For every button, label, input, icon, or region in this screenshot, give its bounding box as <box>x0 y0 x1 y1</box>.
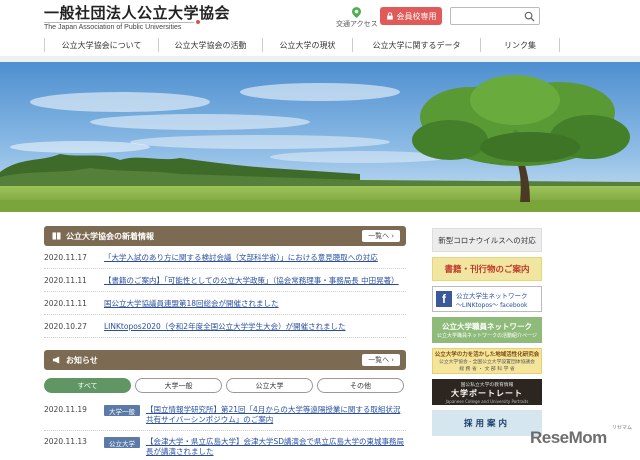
tab-university-general[interactable]: 大学一般 <box>135 378 222 393</box>
tab-public-university[interactable]: 公立大学 <box>226 378 313 393</box>
notice-link-line: 【国立情報学研究所】第21回「4月からの大学等遠隔授業に関する取組状況 <box>146 405 401 414</box>
notice-link[interactable]: 【国立情報学研究所】第21回「4月からの大学等遠隔授業に関する取組状況 共有サイ… <box>146 405 400 425</box>
list-item: 2020.11.11 【書籍のご案内】「可能性としての公立大学政策」（協会常務理… <box>44 269 406 292</box>
news-list: 2020.11.17 「大学入試のあり方に関する検討会議（文部科学省）」における… <box>44 246 406 338</box>
notice-section-title: お知らせ <box>66 355 98 365</box>
regional-research-title: 公立大学の力を活かした地域活性化研究会 <box>434 352 540 358</box>
watermark-text: ReseMom <box>530 428 607 447</box>
search-box <box>450 7 540 29</box>
list-item: 2020.11.17 「大学入試のあり方に関する検討会議（文部科学省）」における… <box>44 246 406 269</box>
news-date: 2020.11.11 <box>44 275 87 285</box>
search-input[interactable] <box>451 12 521 29</box>
regional-research-sub: 公立大学協会・全国公立大学設置団体協議会 <box>439 360 535 365</box>
regional-research-sub2: 総 務 省 ・ 文 部 科 学 省 <box>459 367 515 372</box>
news-link[interactable]: LINKtopos2020（令和2年度全国公立大学学生大会）が開催されました <box>104 321 346 332</box>
notice-section-header: お知らせ 一覧へ › <box>44 350 406 370</box>
news-section-header: 公立大学協会の新着情報 一覧へ › <box>44 226 406 246</box>
lock-icon <box>386 12 393 20</box>
megaphone-icon <box>52 356 60 364</box>
recruitment-banner-label: 採用案内 <box>463 419 510 429</box>
portrait-sub: Japanese College and University Portrait… <box>445 398 529 404</box>
nav-item-about[interactable]: 公立大学協会について <box>44 38 158 52</box>
news-date: 2020.11.11 <box>44 298 87 308</box>
landscape-illustration <box>0 62 640 212</box>
watermark-sub: リセマム <box>611 425 632 431</box>
covid-banner[interactable]: 新型コロナウイルスへの対応 <box>432 228 542 252</box>
logo-underline <box>44 22 194 23</box>
notice-link-line: 共有サイバーシンポジウム」のご案内 <box>146 415 274 424</box>
recruitment-banner[interactable]: 採用案内 <box>432 410 542 436</box>
logo-dot <box>196 20 200 24</box>
map-pin-icon <box>351 7 361 18</box>
search-icon[interactable] <box>524 11 535 22</box>
staff-network-title: 公立大学職員ネットワーク <box>442 322 532 331</box>
news-section-title: 公立大学協会の新着情報 <box>66 231 154 241</box>
facebook-banner-text: 公立大学生ネットワーク ～LINKtopos～ facebook <box>456 290 528 309</box>
member-button-label: 会員校専用 <box>396 11 437 21</box>
tab-all[interactable]: すべて <box>44 378 131 393</box>
book-icon <box>52 232 61 240</box>
nav-item-links[interactable]: リンク集 <box>480 38 560 52</box>
site-header: 一般社団法人公立大学協会 The Japan Association of Pu… <box>0 0 640 36</box>
notice-link-line: 長が講演されました <box>146 447 214 456</box>
chevron-right-icon: › <box>391 356 394 364</box>
facebook-banner-sub: ～LINKtopos～ facebook <box>456 301 528 309</box>
nav-item-activities[interactable]: 公立大学協会の活動 <box>158 38 262 52</box>
publications-banner-label: 書籍・刊行物のご案内 <box>444 265 530 275</box>
facebook-icon: f <box>436 291 452 307</box>
member-only-button[interactable]: 会員校専用 <box>380 7 442 25</box>
notice-date: 2020.11.13 <box>44 437 87 446</box>
tab-other[interactable]: その他 <box>317 378 404 393</box>
news-list-button[interactable]: 一覧へ › <box>362 230 400 242</box>
notice-link[interactable]: 【会津大学・県立広島大学】会津大学SD講演会で県立広島大学の東城事務局 長が講演… <box>146 437 404 457</box>
hero-image <box>0 62 640 212</box>
facebook-banner[interactable]: f 公立大学生ネットワーク ～LINKtopos～ facebook <box>432 286 542 312</box>
chevron-right-icon: › <box>391 232 394 240</box>
news-link[interactable]: 「大学入試のあり方に関する検討会議（文部科学省）」における意見聴取への対応 <box>104 252 378 263</box>
site-logo[interactable]: 一般社団法人公立大学協会 The Japan Association of Pu… <box>44 5 230 32</box>
category-badge: 大学一般 <box>104 405 140 416</box>
staff-network-banner[interactable]: 公立大学職員ネットワーク 公立大学職員ネットワークの活動紹介ページ <box>432 317 542 343</box>
list-item: 2020.11.11 国公立大学協議員連盟第18回総会が開催されました <box>44 292 406 315</box>
nav-item-data[interactable]: 公立大学に関するデータ <box>352 38 480 52</box>
regional-research-banner[interactable]: 公立大学の力を活かした地域活性化研究会 公立大学協会・全国公立大学設置団体協議会… <box>432 348 542 374</box>
notice-link-line: 【会津大学・県立広島大学】会津大学SD講演会で県立広島大学の東城事務局 <box>146 437 405 446</box>
news-link[interactable]: 国公立大学協議員連盟第18回総会が開催されました <box>104 298 279 309</box>
nav-item-status[interactable]: 公立大学の現状 <box>262 38 352 52</box>
main-content: 公立大学協会の新着情報 一覧へ › 2020.11.17 「大学入試のあり方に関… <box>44 226 406 460</box>
portrait-top: 国公私立大学の教育情報 <box>460 382 514 388</box>
covid-banner-label: 新型コロナウイルスへの対応 <box>438 235 536 245</box>
access-link[interactable]: 交通アクセス <box>336 7 378 29</box>
category-badge: 公立大学 <box>104 437 140 448</box>
news-list-label: 一覧へ <box>368 232 390 240</box>
notice-list-label: 一覧へ <box>368 356 390 364</box>
logo-title: 一般社団法人公立大学協会 <box>44 4 231 22</box>
publications-banner[interactable]: 書籍・刊行物のご案内 <box>432 257 542 281</box>
facebook-banner-title: 公立大学生ネットワーク <box>456 291 528 300</box>
access-label: 交通アクセス <box>336 20 378 28</box>
list-item: 2020.10.27 LINKtopos2020（令和2年度全国公立大学学生大会… <box>44 315 406 338</box>
logo-subtitle: The Japan Association of Public Universi… <box>44 24 182 31</box>
notice-date: 2020.11.19 <box>44 405 87 414</box>
notice-tabs: すべて 大学一般 公立大学 その他 <box>44 378 406 393</box>
news-date: 2020.10.27 <box>44 321 87 331</box>
list-item: 2020.11.13 公立大学 【会津大学・県立広島大学】会津大学SD講演会で県… <box>44 431 406 460</box>
staff-network-sub: 公立大学職員ネットワークの活動紹介ページ <box>437 333 537 339</box>
list-item: 2020.11.19 大学一般 【国立情報学研究所】第21回「4月からの大学等遠… <box>44 399 406 431</box>
notice-list-button[interactable]: 一覧へ › <box>362 354 400 366</box>
main-nav: 公立大学協会について 公立大学協会の活動 公立大学の現状 公立大学に関するデータ… <box>44 36 596 54</box>
news-link[interactable]: 【書籍のご案内】「可能性としての公立大学政策」（協会常務理事・事務局長 中田晃著… <box>104 275 399 286</box>
portrait-title: 大学ポートレート <box>451 388 523 398</box>
sidebar: 新型コロナウイルスへの対応 書籍・刊行物のご案内 f 公立大学生ネットワーク ～… <box>432 228 542 441</box>
news-date: 2020.11.17 <box>44 252 87 262</box>
resemom-watermark: リセマム ReseMom <box>530 424 640 460</box>
university-portrait-banner[interactable]: 国公私立大学の教育情報 大学ポートレート Japanese College an… <box>432 379 542 405</box>
